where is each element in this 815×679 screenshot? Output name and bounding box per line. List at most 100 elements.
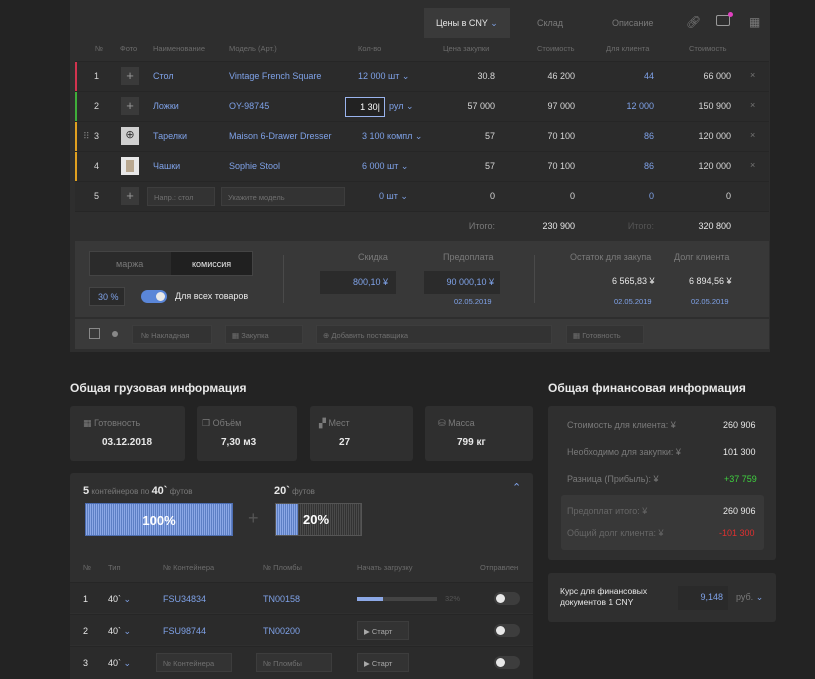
commission-option[interactable]: комиссия	[171, 252, 252, 275]
delete-row-icon[interactable]: ×	[750, 130, 755, 140]
volume-card: ❒ Объём 7,30 м3	[197, 406, 297, 461]
tab-prices[interactable]: Цены в CNY ⌄	[424, 8, 510, 38]
status-dot[interactable]	[112, 331, 118, 337]
sent-toggle[interactable]	[494, 624, 520, 637]
discount-input[interactable]: 800,10 ¥	[320, 271, 396, 294]
cost: 70 100	[547, 131, 575, 141]
rate-input[interactable]: 9,148	[678, 586, 728, 610]
container-input[interactable]: № Контейнера	[156, 653, 232, 672]
all-products-toggle[interactable]	[141, 290, 167, 303]
product-photo[interactable]	[121, 157, 139, 175]
supplier-input[interactable]: ⊕ Добавить поставщика	[316, 325, 552, 344]
select-all-checkbox[interactable]	[89, 328, 100, 339]
qty-field[interactable]: 3 100 компл ⌄	[362, 131, 422, 142]
product-name[interactable]: Тарелки	[153, 131, 187, 141]
purchase-date-input[interactable]: ▦ Закупка	[225, 325, 303, 344]
type-select[interactable]: 40` ⌄	[108, 594, 131, 605]
row-color-stripe	[75, 152, 77, 182]
sent-toggle[interactable]	[494, 592, 520, 605]
table-row[interactable]: 1 + Стол Vintage French Square 12 000 шт…	[75, 61, 769, 92]
client-debt: -101 300	[719, 528, 755, 538]
prepay-date[interactable]: 02.05.2019	[454, 297, 492, 306]
container-40-bar: 100%	[85, 503, 233, 536]
add-photo-button[interactable]: +	[121, 97, 139, 115]
delete-row-icon[interactable]: ×	[750, 160, 755, 170]
row-number: 2	[94, 101, 100, 111]
load-progress	[357, 597, 437, 601]
col-price: Цена закупки	[443, 44, 490, 53]
comment-icon[interactable]	[716, 15, 730, 26]
client-price[interactable]: 44	[614, 71, 654, 81]
tab-description[interactable]: Описание	[612, 18, 653, 28]
product-model[interactable]: Maison 6-Drawer Dresser	[229, 131, 332, 141]
client-price[interactable]: 86	[614, 131, 654, 141]
tab-stock[interactable]: Склад	[537, 18, 563, 28]
product-model[interactable]: OY-98745	[229, 101, 269, 111]
start-button[interactable]: ▶ Старт	[357, 653, 409, 672]
sent-toggle[interactable]	[494, 656, 520, 669]
collapse-icon[interactable]: ⌃	[512, 481, 521, 494]
containers-header: № Тип № Контейнера № Пломбы Начать загрузку О…	[83, 563, 519, 572]
table-row[interactable]: 4 Чашки Sophie Stool 6 000 шт ⌄ 57 70 10…	[75, 151, 769, 182]
price: 0	[489, 191, 495, 201]
seal-number[interactable]: TN00200	[263, 626, 300, 636]
weight-icon: ⛁	[438, 418, 446, 428]
add-photo-button[interactable]: +	[121, 67, 139, 85]
delete-row-icon[interactable]: ×	[750, 70, 755, 80]
currency-select[interactable]: руб. ⌄	[736, 592, 763, 603]
zoom-photo-icon[interactable]: ⊕	[121, 127, 139, 145]
qty-field[interactable]: 6 000 шт ⌄	[362, 161, 408, 172]
product-name[interactable]: Чашки	[153, 161, 180, 171]
container-row[interactable]: 3 40` ⌄ № Контейнера № Пломбы ▶ Старт	[70, 646, 533, 679]
qty-input[interactable]: 1 30|	[345, 97, 385, 117]
prepay-input[interactable]: 90 000,10 ¥	[424, 271, 500, 294]
name-input[interactable]: Напр.: стол	[147, 187, 215, 206]
row-number: 1	[94, 71, 100, 81]
ready-date-input[interactable]: ▦ Готовность	[566, 325, 644, 344]
product-model[interactable]: Vintage French Square	[229, 71, 321, 81]
start-button[interactable]: ▶ Старт	[357, 621, 409, 640]
new-row[interactable]: 5 + Напр.: стол Укажите модель 0 шт ⌄ 0 …	[75, 181, 769, 211]
client-price[interactable]: 12 000	[614, 101, 654, 111]
type-select[interactable]: 40` ⌄	[108, 658, 131, 669]
unit-select[interactable]: рул ⌄	[389, 101, 414, 112]
profit: +37 759	[724, 474, 757, 484]
total: 66 000	[703, 71, 731, 81]
qr-icon[interactable]: ▦	[749, 15, 760, 29]
model-input[interactable]: Укажите модель	[221, 187, 345, 206]
drag-handle-icon[interactable]: ⠿	[83, 131, 90, 142]
seal-number[interactable]: TN00158	[263, 594, 300, 604]
price: 57	[484, 131, 495, 141]
product-model[interactable]: Sophie Stool	[229, 161, 280, 171]
margin-option[interactable]: маржа	[116, 259, 143, 269]
percent-input[interactable]: 30 %	[89, 287, 125, 306]
type-select[interactable]: 40` ⌄	[108, 626, 131, 637]
container-row[interactable]: 1 40` ⌄ FSU34834 TN00158 32%	[70, 582, 533, 613]
add-photo-button[interactable]: +	[121, 187, 139, 205]
container-row[interactable]: 2 40` ⌄ FSU98744 TN00200 ▶ Старт	[70, 614, 533, 645]
delete-row-icon[interactable]: ×	[750, 100, 755, 110]
mass-card: ⛁ Масса 799 кг	[425, 406, 533, 461]
plus-icon: +	[248, 508, 259, 528]
product-name[interactable]: Ложки	[153, 101, 179, 111]
seal-input[interactable]: № Пломбы	[256, 653, 332, 672]
cube-icon: ❒	[202, 418, 211, 428]
qty-field[interactable]: 0 шт ⌄	[379, 191, 408, 202]
row-color-stripe	[75, 122, 77, 152]
table-row[interactable]: ⠿ 3 ⊕ Тарелки Maison 6-Drawer Dresser 3 …	[75, 121, 769, 152]
add-circle-icon: ⊕	[323, 331, 330, 340]
qty-field[interactable]: 12 000 шт ⌄	[358, 71, 409, 82]
row-color-stripe	[75, 62, 77, 92]
client-price[interactable]: 86	[614, 161, 654, 171]
col-name: Наименование	[153, 44, 205, 53]
table-row[interactable]: 2 + Ложки OY-98745 1 30| рул ⌄ 57 000 97…	[75, 91, 769, 122]
places-card: ▞ Мест 27	[310, 406, 413, 461]
container-number[interactable]: FSU98744	[163, 626, 206, 636]
link-icon[interactable]: 🔗︎	[686, 15, 701, 29]
invoice-input[interactable]: № Накладная	[132, 325, 212, 344]
finance-title: Общая финансовая информация	[548, 381, 746, 395]
total: 0	[725, 191, 731, 201]
product-name[interactable]: Стол	[153, 71, 174, 81]
row-number: 3	[94, 131, 100, 141]
container-number[interactable]: FSU34834	[163, 594, 206, 604]
